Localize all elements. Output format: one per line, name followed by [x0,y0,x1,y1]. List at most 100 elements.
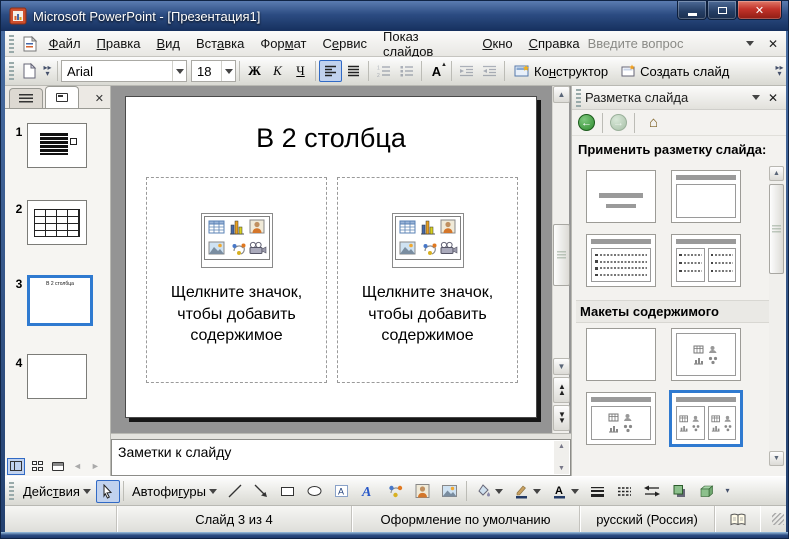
scroll-up-button[interactable]: ▲ [553,86,570,103]
toolbar-drag-handle[interactable] [9,34,14,53]
increase-indent-button[interactable] [478,60,501,82]
insert-picture-button[interactable] [436,480,463,503]
scrollbar-thumb[interactable] [553,224,570,286]
layout-title-content[interactable] [586,392,656,445]
chevron-down-icon[interactable] [532,488,541,494]
ask-question-input[interactable]: Введите вопрос [588,36,746,51]
next-slide-button[interactable]: ▼ ▼ [553,405,570,431]
left-content-placeholder[interactable]: Щелкните значок, чтобы добавить содержим… [146,177,327,383]
scroll-right-icon[interactable]: ► [88,461,103,471]
select-objects-button[interactable] [95,479,120,503]
bold-button[interactable]: Ж [243,60,266,82]
slide-vertical-scrollbar[interactable]: ▲ ▼ ▲ ▲ ▼ ▼ [552,86,570,433]
slide-3-thumbnail-selected[interactable]: В 2 столбца [27,275,93,326]
task-pane-drag-handle[interactable] [576,88,581,107]
line-style-button[interactable] [584,480,611,503]
line-tool-button[interactable] [222,480,248,503]
menu-file[interactable]: Файл [41,33,89,54]
font-name-combo[interactable]: Arial [61,60,187,82]
maximize-button[interactable] [707,1,737,20]
scroll-down-button[interactable]: ▼ [553,358,570,375]
slide-1-thumbnail[interactable] [27,123,87,168]
layout-list-scrollbar[interactable]: ▲ ▼ [769,166,784,466]
arrow-style-button[interactable] [638,480,666,503]
question-dropdown-icon[interactable] [745,41,754,46]
menu-tools[interactable]: Сервис [315,33,376,54]
chevron-down-icon[interactable] [494,488,503,494]
scroll-left-icon[interactable]: ◄ [70,461,85,471]
insert-diagram-button[interactable] [382,480,409,503]
3d-style-button[interactable] [693,480,721,503]
font-size-combo[interactable]: 18 [191,60,236,82]
design-name[interactable]: Оформление по умолчанию [352,506,580,532]
draw-actions-button[interactable]: Действия [18,480,96,503]
formatting-toolbar-options-button[interactable]: ▸▸ ▾ [773,59,786,83]
minimize-button[interactable] [677,1,707,20]
layout-title-slide[interactable] [586,170,656,223]
slide-4-thumbnail[interactable] [27,354,87,399]
tab-outline[interactable] [9,88,43,108]
previous-slide-button[interactable]: ▲ ▲ [553,377,570,403]
slideshow-view-button[interactable] [49,458,67,475]
forward-button[interactable]: → [610,114,627,131]
spellcheck-status[interactable] [715,506,760,532]
insert-clipart-button[interactable] [409,480,436,503]
home-button[interactable]: ⌂ [642,112,665,134]
menubar-close-icon[interactable]: ✕ [760,37,786,51]
scrollbar-thumb[interactable] [769,184,784,274]
menu-edit[interactable]: Правка [89,33,149,54]
menu-insert[interactable]: Вставка [188,33,252,54]
resize-grip[interactable] [772,513,784,525]
right-content-placeholder[interactable]: Щелкните значок, чтобы добавить содержим… [337,177,518,383]
layout-blank[interactable] [586,328,656,381]
toolbar-drag-handle[interactable] [9,482,14,500]
align-left-button[interactable] [319,60,342,82]
wordart-button[interactable]: А [355,480,382,503]
scroll-down-button[interactable]: ▼ [769,451,784,466]
pane-close-icon[interactable]: ✕ [95,92,104,108]
arrow-tool-button[interactable] [248,480,274,503]
new-slide-button[interactable]: Создать слайд [614,60,735,82]
toolbar-drag-handle[interactable] [9,62,14,80]
language-indicator[interactable]: русский (Россия) [580,506,715,532]
menu-format[interactable]: Формат [252,33,314,54]
notes-pane[interactable]: Заметки к слайду ▲ ▼ [111,439,571,476]
scroll-up-button[interactable]: ▲ [769,166,784,181]
notes-scrollbar[interactable]: ▲ ▼ [554,441,569,474]
oval-tool-button[interactable] [301,480,328,503]
current-slide[interactable]: В 2 столбца Щелкните значок, чтобы добав… [125,96,537,418]
rectangle-tool-button[interactable] [274,480,301,503]
task-pane-close-icon[interactable]: ✕ [768,91,778,105]
menu-window[interactable]: Окно [474,33,520,54]
underline-button[interactable]: Ч [289,60,312,82]
tab-slides[interactable] [45,86,79,108]
text-box-button[interactable]: А [328,480,355,503]
dash-style-button[interactable] [611,480,638,503]
menu-help[interactable]: Справка [521,33,588,54]
slide-2-thumbnail[interactable] [27,200,87,245]
chevron-down-icon[interactable] [570,488,579,494]
back-button[interactable]: ← [578,114,595,131]
slide-sorter-view-button[interactable] [28,458,46,475]
fill-color-button[interactable] [470,480,508,503]
new-presentation-button[interactable] [18,60,41,82]
insert-content-icons[interactable] [203,216,270,261]
layout-title-two-content-selected[interactable] [669,390,743,447]
layout-title-only[interactable] [671,170,741,223]
normal-view-button[interactable] [7,457,25,475]
task-pane-menu-icon[interactable] [751,95,760,100]
drawing-toolbar-options-button[interactable]: ▾ [721,479,734,503]
close-button[interactable]: ✕ [737,1,782,20]
italic-button[interactable]: К [266,60,289,82]
design-button[interactable]: Конструктор [508,60,614,82]
align-justify-button[interactable] [342,60,365,82]
shadow-style-button[interactable] [666,480,693,503]
increase-font-size-button[interactable]: А ▲ [425,60,448,82]
decrease-indent-button[interactable] [455,60,478,82]
layout-title-two-column-text[interactable] [671,234,741,287]
layout-title-text[interactable] [586,234,656,287]
bullet-list-button[interactable] [395,60,418,82]
slide-title[interactable]: В 2 столбца [126,123,536,154]
font-color-button[interactable]: А [546,480,584,503]
autoshapes-button[interactable]: Автофигуры [127,480,222,503]
